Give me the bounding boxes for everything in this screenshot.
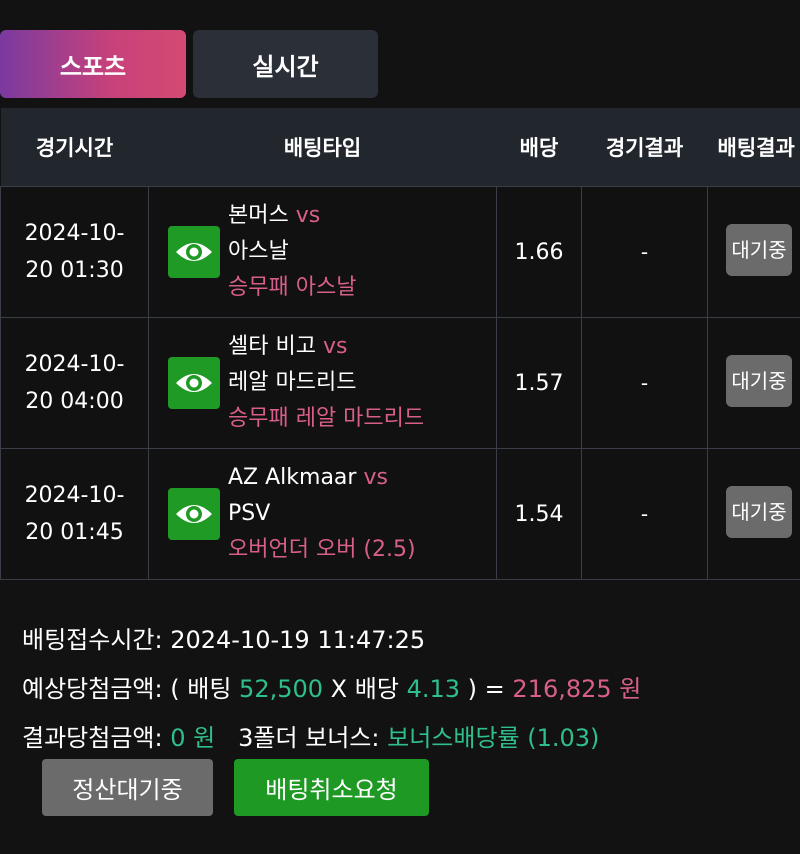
bet-table: 경기시간 배팅타입 배당 경기결과 배팅결과 2024-10- 20 01:30 … xyxy=(0,108,800,580)
result-win-amount: 0 원 xyxy=(170,724,216,752)
odds-cell: 1.57 xyxy=(496,317,582,449)
vs-label: vs xyxy=(363,465,388,490)
bet-pick: 오버언더 오버 (2.5) xyxy=(228,537,416,562)
match-clock: 20 01:30 xyxy=(25,258,124,283)
match-clock: 20 04:00 xyxy=(25,389,124,414)
odds-value: 1.57 xyxy=(514,370,564,396)
match-result-value: - xyxy=(640,240,649,264)
match-result-value: - xyxy=(640,371,649,395)
bet-amount: 52,500 xyxy=(239,675,324,703)
receipt-time-row: 배팅접수시간: 2024-10-19 11:47:25 xyxy=(22,620,792,669)
bet-summary: 배팅접수시간: 2024-10-19 11:47:25 예상당첨금액: ( 배팅… xyxy=(22,620,792,767)
away-team: PSV xyxy=(228,501,271,526)
status-badge: 대기중 xyxy=(726,224,792,276)
match-date: 2024-10- xyxy=(24,221,125,246)
eye-icon[interactable] xyxy=(168,357,220,409)
table-header-row: 경기시간 배팅타입 배당 경기결과 배팅결과 xyxy=(0,108,800,187)
odds-label: 배당 xyxy=(354,675,399,703)
eye-icon[interactable] xyxy=(168,488,220,540)
away-team: 아스날 xyxy=(228,239,289,264)
bet-type-cell: AZ Alkmaar vs PSV 오버언더 오버 (2.5) xyxy=(148,448,497,580)
header-match-result: 경기결과 xyxy=(581,108,708,187)
home-team: 본머스 xyxy=(228,203,289,228)
header-odds: 배당 xyxy=(496,108,582,187)
receipt-time-value: 2024-10-19 11:47:25 xyxy=(170,626,426,654)
match-result-value: - xyxy=(640,502,649,526)
multiply-sign: X xyxy=(330,675,348,703)
match-result-cell: - xyxy=(581,317,708,449)
tab-sports[interactable]: 스포츠 xyxy=(0,30,186,98)
expected-win-label: 예상당첨금액: xyxy=(22,675,163,703)
tab-live[interactable]: 실시간 xyxy=(193,30,378,98)
match-time-cell: 2024-10- 20 01:30 xyxy=(0,186,149,318)
vs-label: vs xyxy=(295,203,321,228)
table-row: 2024-10- 20 01:45 AZ Alkmaar vs PSV 오버언더 … xyxy=(0,448,800,580)
odds-value: 1.66 xyxy=(514,239,564,265)
bet-result-cell: 대기중 xyxy=(707,186,800,318)
bet-result-cell: 대기중 xyxy=(707,317,800,449)
total-odds: 4.13 xyxy=(406,675,461,703)
result-win-label: 결과당첨금액: xyxy=(22,724,163,752)
open-paren: ( xyxy=(170,675,180,703)
status-badge: 대기중 xyxy=(726,486,792,538)
header-bet-type: 배팅타입 xyxy=(148,108,497,187)
home-team: 셀타 비고 xyxy=(228,334,316,359)
bet-result-cell: 대기중 xyxy=(707,448,800,580)
odds-cell: 1.66 xyxy=(496,186,582,318)
match-clock: 20 01:45 xyxy=(25,520,124,545)
close-paren: ) xyxy=(467,675,478,703)
tab-bar: 스포츠 실시간 xyxy=(0,30,800,98)
settle-wait-button[interactable]: 정산대기중 xyxy=(42,759,213,816)
match-time-cell: 2024-10- 20 04:00 xyxy=(0,317,149,449)
bonus-value: 보너스배당률 (1.03) xyxy=(387,724,600,752)
bet-type-cell: 본머스 vs 아스날 승무패 아스날 xyxy=(148,186,497,318)
cancel-bet-button[interactable]: 배팅취소요청 xyxy=(234,759,429,816)
bet-type-cell: 셀타 비고 vs 레알 마드리드 승무패 레알 마드리드 xyxy=(148,317,497,449)
bet-label: 배팅 xyxy=(187,675,232,703)
away-team: 레알 마드리드 xyxy=(228,370,357,395)
home-team: AZ Alkmaar xyxy=(228,465,357,490)
bet-pick: 승무패 아스날 xyxy=(228,275,357,300)
eye-icon[interactable] xyxy=(168,226,220,278)
expected-win-amount: 216,825 원 xyxy=(512,675,642,703)
expected-win-row: 예상당첨금액: ( 배팅 52,500 X 배당 4.13 ) = 216,82… xyxy=(22,669,792,718)
odds-cell: 1.54 xyxy=(496,448,582,580)
receipt-time-label: 배팅접수시간: xyxy=(22,626,163,654)
status-badge: 대기중 xyxy=(726,355,792,407)
bonus-label: 3폴더 보너스: xyxy=(238,724,380,752)
header-bet-result: 배팅결과 xyxy=(707,108,800,187)
header-match-time: 경기시간 xyxy=(0,108,149,187)
match-time-cell: 2024-10- 20 01:45 xyxy=(0,448,149,580)
equals-sign: = xyxy=(484,675,505,703)
bet-pick: 승무패 레알 마드리드 xyxy=(228,406,425,431)
odds-value: 1.54 xyxy=(514,501,564,527)
match-result-cell: - xyxy=(581,186,708,318)
vs-label: vs xyxy=(322,334,348,359)
match-result-cell: - xyxy=(581,448,708,580)
table-row: 2024-10- 20 04:00 셀타 비고 vs 레알 마드리드 승무패 레알… xyxy=(0,317,800,449)
table-row: 2024-10- 20 01:30 본머스 vs 아스날 승무패 아스날 1.66… xyxy=(0,186,800,318)
match-date: 2024-10- xyxy=(24,483,125,508)
match-date: 2024-10- xyxy=(24,352,125,377)
